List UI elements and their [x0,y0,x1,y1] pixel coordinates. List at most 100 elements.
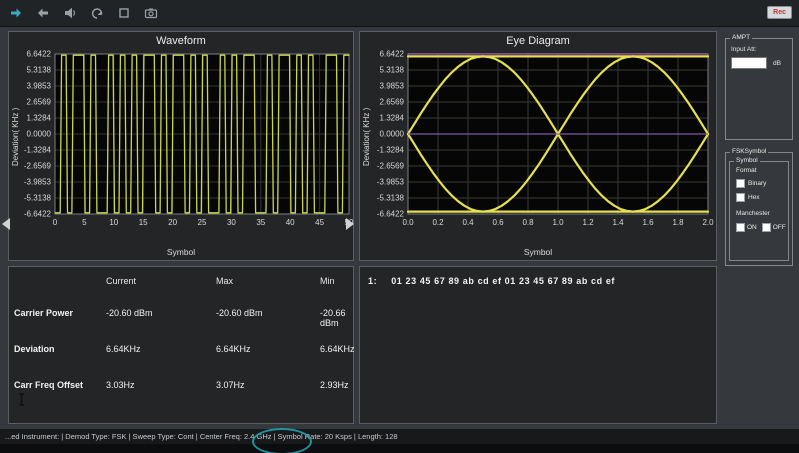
undo-arrow-icon[interactable] [89,5,105,21]
input-att-field[interactable] [731,57,767,69]
svg-text:-3.9853: -3.9853 [24,177,52,186]
eye-xlabel: Symbol [360,247,716,257]
camera-icon[interactable] [143,5,159,21]
symbol-row: 1: 01 23 45 67 89 ab cd ef 01 23 45 67 8… [360,267,716,286]
svg-text:1.6: 1.6 [642,218,654,227]
symbol-row-value: 01 23 45 67 89 ab cd ef 01 23 45 67 89 a… [391,276,615,286]
symbol-subgroup-legend: Symbol [734,157,760,164]
col-max: Max [216,276,320,286]
svg-text:-6.6422: -6.6422 [377,210,405,219]
binary-label: Binary [748,180,766,187]
svg-text:3.9853: 3.9853 [27,82,52,91]
eye-diagram-title: Eye Diagram [360,32,716,47]
svg-text:0.4: 0.4 [462,218,474,227]
svg-text:1.3284: 1.3284 [27,114,52,123]
svg-text:-2.6569: -2.6569 [377,162,405,171]
eye-diagram-panel: Eye Diagram 0.0 0.2 0.4 0.6 0.8 1.0 1.2 1.4 1.6 1… [359,31,717,261]
svg-text:2.0: 2.0 [702,218,714,227]
bottom-strip [0,444,799,453]
svg-text:-2.6569: -2.6569 [24,162,52,171]
svg-text:1.2: 1.2 [582,218,594,227]
manchester-off-checkbox[interactable] [762,223,771,232]
symbol-row-index: 1: [368,276,377,286]
svg-text:20: 20 [168,218,177,227]
svg-text:45: 45 [315,218,324,227]
rec-button[interactable]: Rec [767,6,792,19]
row-carrier-power: Carrier Power -20.60 dBm -20.60 dBm -20.… [9,308,353,328]
toolbar: Rec [0,0,799,27]
status-bar-text: ...ed Instrument: | Demod Type: FSK | Sw… [5,432,398,441]
svg-text:35: 35 [256,218,265,227]
manchester-label: Manchester [736,210,770,217]
row-carr-freq-offset: Carr Freq Offset 3.03Hz 3.07Hz 2.93Hz [9,380,353,390]
svg-text:-1.3284: -1.3284 [377,145,405,154]
hex-label: Hex [748,194,760,201]
svg-text:0.8: 0.8 [522,218,534,227]
prev-page-arrow-icon[interactable] [2,218,10,230]
svg-text:1.0: 1.0 [552,218,564,227]
svg-text:25: 25 [198,218,207,227]
hex-checkbox[interactable] [736,193,745,202]
binary-option: Binary [736,179,766,188]
symbol-table-panel: 1: 01 23 45 67 89 ab cd ef 01 23 45 67 8… [359,266,717,424]
waveform-chart: 051015202530354045506.64225.31383.98532.… [9,48,355,240]
svg-text:-5.3138: -5.3138 [24,194,52,203]
svg-text:6.6422: 6.6422 [27,50,52,59]
format-label: Format [736,167,757,174]
svg-text:40: 40 [286,218,295,227]
row-deviation: Deviation 6.64KHz 6.64KHz 6.64KHz [9,344,353,354]
svg-text:5: 5 [82,218,87,227]
stop-square-icon[interactable] [116,5,132,21]
manchester-onoff: ON OFF [736,223,786,232]
svg-text:-1.3284: -1.3284 [24,145,52,154]
next-page-arrow-icon[interactable] [346,218,354,230]
svg-text:10: 10 [109,218,118,227]
instrument-screen: Rec Waveform 051015202530354045506.64225… [0,0,799,453]
col-min: Min [320,276,348,286]
svg-text:0.0: 0.0 [402,218,414,227]
manchester-on-checkbox[interactable] [736,223,745,232]
symbol-subgroup: Symbol Format Binary Hex Manchester ON O… [729,161,789,261]
fsk-symbol-legend: FSKSymbol [730,148,768,155]
svg-text:30: 30 [227,218,236,227]
fsk-symbol-group: FSKSymbol Symbol Format Binary Hex Manch… [725,152,793,266]
hex-option: Hex [736,193,760,202]
svg-text:15: 15 [139,218,148,227]
svg-text:0.0000: 0.0000 [380,130,405,139]
svg-text:6.6422: 6.6422 [380,50,405,59]
measurements-panel: Current Max Min Carrier Power -20.60 dBm… [8,266,354,424]
input-att-label: Input Att: [731,46,757,53]
status-bar: ...ed Instrument: | Demod Type: FSK | Sw… [0,429,799,444]
binary-checkbox[interactable] [736,179,745,188]
svg-text:0.2: 0.2 [432,218,444,227]
svg-text:5.3138: 5.3138 [27,65,52,74]
back-arrow-icon[interactable] [35,5,51,21]
eye-ylabel: Deviation( KHz ) [362,52,371,222]
forward-arrow-icon[interactable] [8,5,24,21]
svg-text:0: 0 [53,218,58,227]
svg-text:-5.3138: -5.3138 [377,194,405,203]
svg-text:2.6569: 2.6569 [380,97,405,106]
ampt-legend: AMPT [730,34,752,41]
svg-text:2.6569: 2.6569 [27,97,52,106]
svg-text:1.4: 1.4 [612,218,624,227]
waveform-panel: Waveform 051015202530354045506.64225.313… [8,31,354,261]
svg-text:5.3138: 5.3138 [380,65,405,74]
svg-text:0.6: 0.6 [492,218,504,227]
svg-text:1.8: 1.8 [672,218,684,227]
manchester-on-label: ON [747,224,757,231]
input-att-unit: dB [773,60,781,67]
waveform-title: Waveform [9,32,353,47]
eye-diagram-chart: 0.0 0.2 0.4 0.6 0.8 1.0 1.2 1.4 1.6 1.8 2.0 6.6422 5… [360,48,718,240]
col-current: Current [106,276,216,286]
svg-text:3.9853: 3.9853 [380,82,405,91]
waveform-ylabel: Deviation( KHz ) [11,52,20,222]
svg-text:-3.9853: -3.9853 [377,177,405,186]
text-cursor-icon [17,393,26,411]
speaker-icon[interactable] [62,5,78,21]
svg-text:0.0000: 0.0000 [27,130,52,139]
waveform-xlabel: Symbol [9,247,353,257]
svg-text:1.3284: 1.3284 [380,114,405,123]
ampt-group: AMPT Input Att: dB [725,38,793,140]
measurements-header: Current Max Min [9,276,353,286]
